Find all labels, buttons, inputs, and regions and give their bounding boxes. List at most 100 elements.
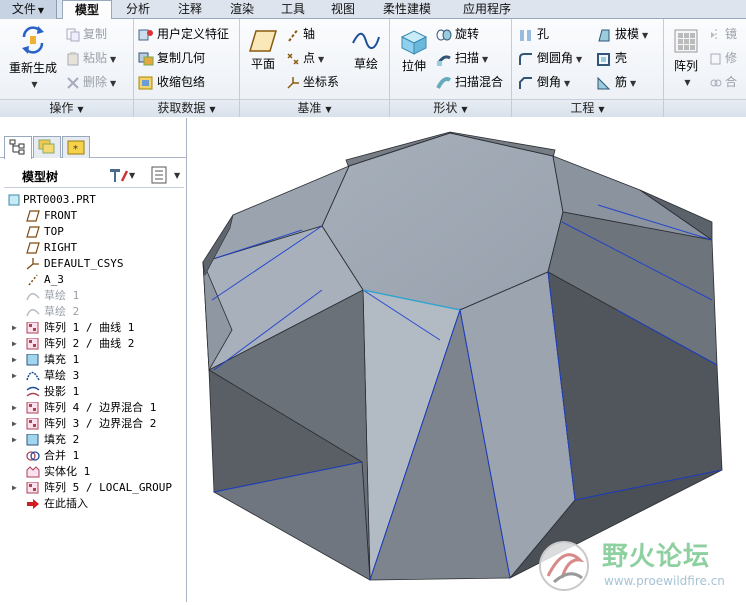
- chevron-down-icon: ▼: [598, 105, 605, 114]
- copy-geometry-icon: [138, 52, 154, 65]
- delete-button[interactable]: 删除 ▼: [66, 73, 116, 91]
- tab-model[interactable]: 模型: [62, 0, 112, 20]
- group-datum: 平面 轴 点 ▼ 坐标系 草绘 基准 ▼: [240, 19, 390, 117]
- datum-point-icon: [287, 52, 299, 65]
- datum-csys-button[interactable]: 坐标系: [286, 73, 339, 91]
- tab-analysis[interactable]: 分析: [114, 0, 162, 19]
- tab-favorites[interactable]: *: [62, 136, 90, 158]
- swept-blend-label: 扫描混合: [455, 75, 504, 89]
- expand-arrow-icon[interactable]: ▶: [12, 480, 17, 496]
- tree-item-label: 阵列 5 / LOCAL_GROUP: [44, 481, 172, 494]
- tree-settings-button[interactable]: ▼: [106, 166, 136, 187]
- shell-button[interactable]: 壳: [596, 49, 627, 67]
- mirror-button[interactable]: 镜: [710, 25, 737, 43]
- chamfer-button[interactable]: 倒角 ▼: [518, 73, 570, 91]
- swept-blend-icon: [436, 76, 452, 89]
- tab-annotate[interactable]: 注释: [166, 0, 214, 19]
- datum-axis-label: 轴: [303, 27, 316, 41]
- expand-arrow-icon[interactable]: ▶: [12, 368, 17, 384]
- rib-icon: [597, 76, 611, 89]
- draft-icon: [598, 29, 610, 41]
- shrinkwrap-button[interactable]: 收缩包络: [138, 73, 205, 91]
- chevron-down-icon: ▼: [110, 79, 117, 88]
- shrinkwrap-label: 收缩包络: [157, 75, 206, 89]
- tab-file[interactable]: 文件 ▼: [0, 0, 57, 19]
- group-datum-label[interactable]: 基准 ▼: [240, 99, 389, 117]
- tree-item-label: FRONT: [44, 209, 78, 222]
- modify-button[interactable]: 修: [710, 49, 737, 67]
- swept-blend-button[interactable]: 扫描混合: [436, 73, 503, 91]
- group-shapes-label[interactable]: 形状 ▼: [390, 99, 511, 117]
- revolve-label: 旋转: [455, 27, 480, 41]
- shell-label: 壳: [615, 51, 628, 65]
- datum-axis-button[interactable]: 轴: [286, 25, 315, 43]
- chevron-down-icon: ▼: [318, 55, 325, 64]
- tree-item-label: DEFAULT_CSYS: [44, 257, 124, 270]
- round-button[interactable]: 倒圆角 ▼: [518, 49, 582, 67]
- tree-item-label: TOP: [44, 225, 64, 238]
- copy-button[interactable]: 复制: [66, 25, 107, 43]
- group-get-data: 用户定义特征 复制几何 收缩包络 获取数据 ▼: [134, 19, 240, 117]
- tab-view[interactable]: 视图: [320, 0, 366, 19]
- sketch-icon: [352, 32, 380, 49]
- sweep-button[interactable]: 扫描 ▼: [436, 49, 488, 67]
- tab-render[interactable]: 渲染: [218, 0, 266, 19]
- pattern-icon: [26, 402, 39, 414]
- layers-icon: [38, 139, 55, 154]
- expand-arrow-icon[interactable]: ▶: [12, 432, 17, 448]
- tree-item-label: 实体化 1: [44, 465, 91, 478]
- expand-arrow-icon[interactable]: ▶: [12, 352, 17, 368]
- expand-arrow-icon[interactable]: ▶: [12, 336, 17, 352]
- regenerate-button[interactable]: 重新生成 ▼: [6, 23, 60, 90]
- copy-geometry-button[interactable]: 复制几何: [138, 49, 205, 67]
- insert-arrow-icon: [27, 499, 39, 509]
- chevron-down-icon: ▼: [482, 55, 489, 64]
- rib-button[interactable]: 筋 ▼: [596, 73, 636, 91]
- mirror-icon: [711, 28, 717, 41]
- rib-label: 筋: [615, 75, 628, 89]
- tab-flexible-modeling[interactable]: 柔性建模: [370, 0, 444, 19]
- pattern-button[interactable]: 阵列 ▼: [668, 27, 704, 88]
- group-engineering-label[interactable]: 工程 ▼: [512, 99, 663, 117]
- chevron-down-icon: ▼: [576, 55, 583, 64]
- datum-plane-button[interactable]: 平面: [244, 29, 282, 72]
- hole-button[interactable]: 孔: [518, 25, 549, 43]
- group-label-text: 操作: [49, 101, 74, 115]
- tree-item-label: 草绘 3: [44, 369, 80, 382]
- udf-button[interactable]: 用户定义特征: [138, 25, 229, 43]
- expand-arrow-icon[interactable]: ▶: [12, 416, 17, 432]
- datum-axis-icon: [28, 274, 38, 286]
- graphics-window[interactable]: 野火论坛 www.proewildfire.cn: [188, 118, 746, 602]
- model-tree-icon: [9, 139, 25, 155]
- sketch-icon: [26, 293, 40, 301]
- merge-label: 合: [725, 75, 738, 89]
- group-operations-label[interactable]: 操作 ▼: [0, 99, 133, 117]
- revolve-button[interactable]: 旋转: [436, 25, 479, 43]
- datum-plane-label: 平面: [250, 57, 275, 71]
- list-icon: ▼: [151, 166, 181, 184]
- expand-arrow-icon[interactable]: ▶: [12, 320, 17, 336]
- tree-item-label: RIGHT: [44, 241, 78, 254]
- draft-button[interactable]: 拔模 ▼: [596, 25, 648, 43]
- tab-layer-tree[interactable]: [33, 136, 61, 158]
- datum-plane-icon: [26, 226, 40, 238]
- datum-point-button[interactable]: 点 ▼: [286, 49, 324, 67]
- expand-arrow-icon[interactable]: ▶: [12, 400, 17, 416]
- paste-button[interactable]: 粘贴 ▼: [66, 49, 116, 67]
- tab-tools[interactable]: 工具: [270, 0, 316, 19]
- part-icon: [8, 194, 20, 206]
- tab-model-tree[interactable]: [4, 136, 32, 159]
- paste-icon: [67, 51, 79, 65]
- paste-label: 粘贴: [83, 51, 108, 65]
- group-label-text: 工程: [570, 101, 595, 115]
- sketch-button[interactable]: 草绘: [346, 29, 386, 72]
- group-get-data-label[interactable]: 获取数据 ▼: [134, 99, 239, 117]
- svg-text:*: *: [73, 144, 78, 155]
- chevron-down-icon: ▼: [642, 31, 649, 40]
- pattern-icon: [26, 418, 39, 430]
- tree-show-button[interactable]: ▼: [150, 166, 184, 187]
- extrude-button[interactable]: 拉伸: [394, 27, 434, 74]
- hole-label: 孔: [537, 27, 550, 41]
- merge-button[interactable]: 合: [710, 73, 737, 91]
- tab-applications[interactable]: 应用程序: [448, 0, 526, 19]
